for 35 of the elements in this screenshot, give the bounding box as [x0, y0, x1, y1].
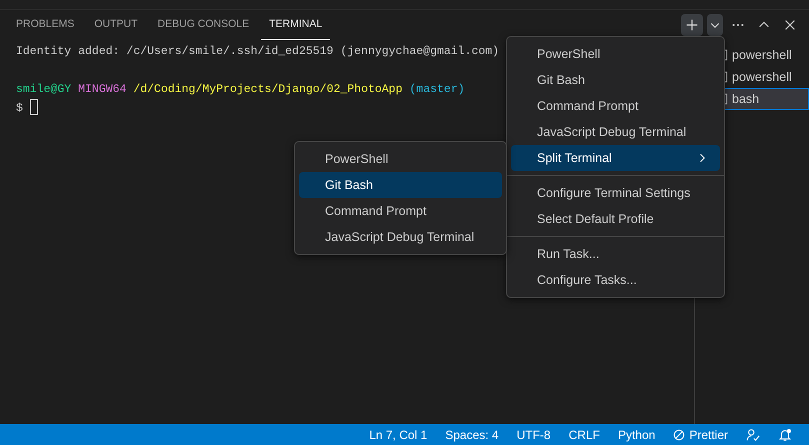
terminal-text: (master)	[409, 83, 465, 96]
menu-item[interactable]: JavaScript Debug Terminal	[511, 119, 720, 145]
status-item[interactable]: Ln 7, Col 1	[360, 426, 436, 444]
terminal-text: smile@GY	[16, 83, 72, 96]
terminal-cursor	[30, 99, 38, 115]
menu-item[interactable]: Run Task...	[511, 241, 720, 267]
status-item[interactable]: CRLF	[560, 426, 609, 444]
terminal-text: $	[16, 102, 23, 115]
panel-tab[interactable]: OUTPUT	[86, 10, 146, 40]
menu-item[interactable]: PowerShell	[299, 146, 502, 172]
dropdown-button[interactable]	[707, 14, 723, 36]
prettier-status[interactable]: Prettier	[664, 426, 737, 444]
terminal-text: MINGW64	[78, 83, 126, 96]
status-item[interactable]: UTF-8	[508, 426, 560, 444]
terminal-text: Identity added: /c/Users/smile/.ssh/id_ed25519 (jennygychae@gmail.com)	[16, 45, 500, 58]
feedback-icon[interactable]	[746, 428, 760, 442]
panel-tab[interactable]: TERMINAL	[261, 10, 330, 40]
bell-icon[interactable]	[778, 428, 792, 442]
menu-item[interactable]: Command Prompt	[299, 198, 502, 224]
menu-item[interactable]: Select Default Profile	[511, 206, 720, 232]
close-icon	[783, 18, 797, 32]
menu-item[interactable]: PowerShell	[511, 41, 720, 67]
new-terminal-button[interactable]	[681, 14, 703, 36]
plus-icon	[685, 18, 699, 32]
prohibited-icon	[673, 428, 686, 440]
terminal-text: /d/Coding/MyProjects/Django/02_PhotoApp	[133, 83, 402, 96]
status-item[interactable]: Spaces: 4	[436, 426, 508, 444]
panel-tab[interactable]: PROBLEMS	[8, 10, 82, 40]
menu-item[interactable]: Configure Terminal Settings	[511, 180, 720, 206]
menu-item[interactable]: Split Terminal	[511, 145, 720, 171]
panel-tab[interactable]: DEBUG CONSOLE	[150, 10, 258, 40]
menu-item[interactable]: Git Bash	[299, 172, 502, 198]
menu-item[interactable]: Configure Tasks...	[511, 267, 720, 293]
menu-item[interactable]: JavaScript Debug Terminal	[299, 224, 502, 250]
status-item[interactable]: Python	[608, 426, 664, 444]
